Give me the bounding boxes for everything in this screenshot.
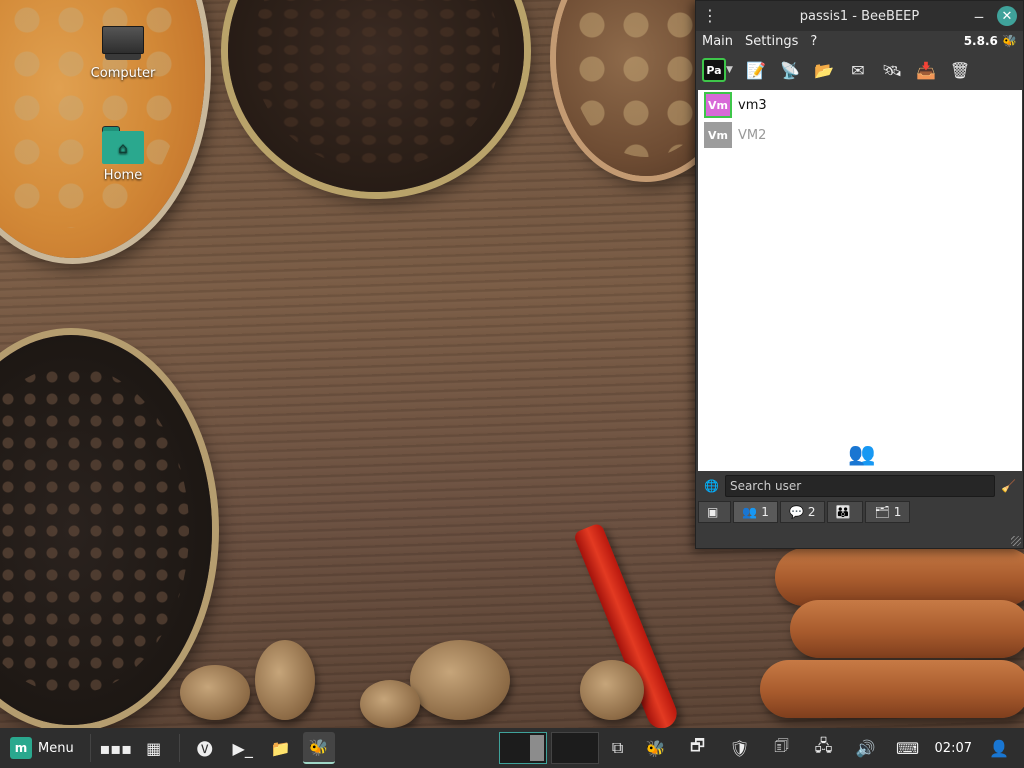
- search-bar: 🌐 🧹: [698, 473, 1022, 499]
- users-placeholder-icon: 👥: [848, 442, 876, 467]
- beebeep-taskbar-icon[interactable]: 🐝: [302, 732, 335, 764]
- cinnamon-stick: [775, 548, 1024, 606]
- groups-tab-icon: 👪: [835, 505, 851, 519]
- user-row-vm3[interactable]: Vm vm3: [698, 90, 1022, 120]
- cinnamon-stick: [790, 600, 1024, 658]
- minimize-button[interactable]: ‒: [969, 6, 989, 26]
- update-manager-icon[interactable]: 🗗: [682, 732, 714, 764]
- user-name: vm3: [738, 97, 767, 113]
- menu-help[interactable]: ?: [810, 34, 817, 49]
- mint-logo-icon: m: [10, 737, 32, 759]
- menu-bar: Main Settings ? 5.8.6 🐝: [696, 31, 1023, 51]
- user-list[interactable]: Vm vm3 Vm VM2 👥: [698, 90, 1022, 471]
- write-message-icon[interactable]: ✉: [844, 56, 872, 84]
- cardamom-pod: [360, 680, 420, 728]
- workspace-1[interactable]: [498, 732, 547, 764]
- computer-icon: [102, 26, 144, 62]
- download-icon[interactable]: 📥: [912, 56, 940, 84]
- clear-search-icon[interactable]: 🧹: [1001, 479, 1016, 493]
- desktop-icon-label: Home: [103, 168, 143, 183]
- toolbar: Pa ▼ 📝 📡 📂 ✉ 🛰 📥 🗑: [696, 51, 1023, 89]
- shield-icon[interactable]: 🛡: [724, 732, 756, 764]
- broadcast-icon[interactable]: 📡: [776, 56, 804, 84]
- cardamom-pod: [255, 640, 315, 720]
- user-avatar: Vm: [704, 92, 732, 118]
- user-row-vm2[interactable]: Vm VM2: [698, 120, 1022, 150]
- network-icon[interactable]: 🛰: [878, 56, 906, 84]
- user-icon[interactable]: 👤: [983, 732, 1015, 764]
- tab-chats[interactable]: 💬 2: [779, 501, 825, 523]
- cardamom-pod: [180, 665, 250, 720]
- user-name: VM2: [738, 127, 767, 143]
- desktop-icon-computer[interactable]: Computer: [83, 26, 163, 81]
- beebeep-tray-icon[interactable]: 🐝: [640, 732, 672, 764]
- system-tray: 🐝 🗗 🛡 🗊 🖧 🔊 ⌨ 02:07 👤: [637, 732, 1024, 764]
- file-manager-icon[interactable]: 📁: [265, 732, 297, 764]
- cardamom-pod: [410, 640, 510, 720]
- users-tab-icon: 👥: [742, 505, 758, 519]
- user-avatar: Vm: [704, 122, 732, 148]
- desktop-icon-label: Computer: [90, 66, 156, 81]
- show-desktop-icon[interactable]: ▪▪▪: [99, 732, 132, 764]
- start-menu-button[interactable]: m Menu: [0, 728, 84, 768]
- window-menu-icon[interactable]: ⋮: [702, 8, 718, 24]
- bottom-tabs: ▣ 👥 1 💬 2 👪 🗂 1: [698, 501, 911, 523]
- workspace-2[interactable]: [550, 732, 599, 764]
- network-tray-icon[interactable]: 🖧: [808, 732, 840, 764]
- search-user-input[interactable]: [724, 475, 996, 497]
- vivaldi-browser-icon[interactable]: 🅥: [189, 732, 221, 764]
- workspace-switcher-icon[interactable]: ▦: [138, 732, 170, 764]
- terminal-icon[interactable]: ▶_: [227, 732, 259, 764]
- beebeep-window: ⋮ passis1 - BeeBEEP ‒ ✕ Main Settings ? …: [695, 0, 1024, 549]
- cinnamon-stick: [760, 660, 1024, 718]
- taskbar: m Menu ▪▪▪ ▦ 🅥 ▶_ 📁 🐝 ⧉ 🐝 🗗 🛡 🗊 🖧 🔊 ⌨ 02…: [0, 728, 1024, 768]
- clock[interactable]: 02:07: [935, 741, 972, 756]
- home-folder-icon: ⌂: [102, 126, 144, 164]
- tab-files[interactable]: 🗂 1: [865, 501, 911, 523]
- version-label: 5.8.6 🐝: [963, 34, 1017, 48]
- menu-label: Menu: [38, 740, 74, 756]
- notifications-icon[interactable]: 🗊: [766, 732, 798, 764]
- menu-settings[interactable]: Settings: [745, 34, 798, 49]
- status-button[interactable]: Pa: [702, 58, 726, 82]
- tab-users[interactable]: 👥 1: [733, 501, 778, 523]
- menu-main[interactable]: Main: [702, 34, 733, 49]
- cloves-bowl: [228, 0, 524, 192]
- chats-tab-icon: 💬: [788, 505, 804, 519]
- folder-icon[interactable]: 📂: [810, 56, 838, 84]
- keyboard-layout-icon[interactable]: ⌨: [892, 732, 924, 764]
- status-tab-icon: ▣: [707, 505, 719, 519]
- window-list-icon[interactable]: ⧉: [602, 732, 634, 764]
- files-tab-icon: 🗂: [874, 505, 890, 519]
- volume-icon[interactable]: 🔊: [850, 732, 882, 764]
- window-titlebar[interactable]: ⋮ passis1 - BeeBEEP ‒ ✕: [696, 1, 1023, 31]
- close-button[interactable]: ✕: [997, 6, 1017, 26]
- peppercorn-bowl: [0, 335, 212, 725]
- tab-status[interactable]: ▣: [698, 501, 732, 523]
- trash-icon[interactable]: 🗑: [946, 56, 974, 84]
- status-dropdown-icon[interactable]: ▼: [726, 65, 736, 75]
- network-status-icon[interactable]: 🌐: [704, 479, 719, 493]
- resize-grip[interactable]: [1011, 536, 1021, 546]
- cardamom-pod: [580, 660, 644, 720]
- bee-icon: 🐝: [1002, 34, 1017, 48]
- desktop-icon-home[interactable]: ⌂ Home: [83, 126, 163, 183]
- edit-profile-icon[interactable]: 📝: [742, 56, 770, 84]
- tab-groups[interactable]: 👪: [826, 501, 864, 523]
